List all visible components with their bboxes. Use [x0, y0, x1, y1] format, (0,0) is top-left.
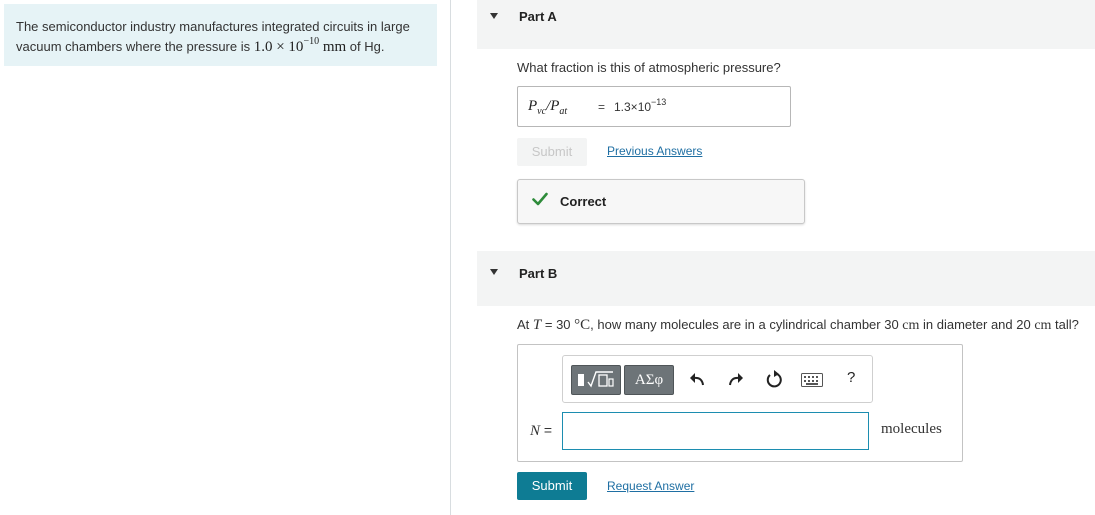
greek-symbols-button[interactable]: ΑΣφ [624, 365, 674, 395]
collapse-triangle-icon[interactable] [490, 269, 498, 275]
templates-icon [578, 371, 614, 388]
redo-icon[interactable] [726, 371, 744, 387]
collapse-triangle-icon[interactable] [490, 13, 498, 19]
checkmark-icon [532, 192, 548, 206]
part-b-question: At T = 30 °C, how many molecules are in … [517, 317, 1079, 333]
help-icon[interactable]: ? [847, 369, 855, 386]
part-a-answer-box: Pvc/Pat = 1.3×10−13 [517, 86, 791, 127]
request-answer-link[interactable]: Request Answer [607, 479, 694, 493]
part-b-header[interactable]: Part B [477, 251, 1095, 306]
reset-icon[interactable] [765, 369, 783, 389]
part-a-header[interactable]: Part A [477, 0, 1095, 49]
part-a-question: What fraction is this of atmospheric pre… [517, 60, 781, 75]
n-input-label: N = [530, 422, 553, 439]
templates-button[interactable] [571, 365, 621, 395]
equals-sign: = [598, 100, 606, 114]
part-a-submit-button[interactable]: Submit [517, 138, 587, 166]
column-divider [450, 0, 451, 515]
part-b-title: Part B [519, 266, 558, 281]
pressure-value: 1.0 × 10−10 mm [253, 36, 347, 56]
correct-label: Correct [560, 194, 607, 209]
molecules-answer-input[interactable] [562, 412, 869, 450]
problem-statement: The semiconductor industry manufactures … [4, 4, 437, 66]
unit-label: molecules [881, 421, 942, 437]
correct-feedback-box: Correct [517, 179, 805, 224]
math-toolbar: ΑΣφ ? [562, 355, 873, 403]
answer-value: 1.3×10−13 [614, 97, 667, 115]
problem-text-after: of Hg. [346, 39, 385, 54]
part-a-title: Part A [519, 9, 557, 24]
undo-icon[interactable] [689, 371, 707, 387]
answer-expression: Pvc/Pat [528, 98, 568, 117]
previous-answers-link[interactable]: Previous Answers [607, 144, 702, 158]
keyboard-icon[interactable] [801, 373, 823, 387]
part-b-submit-button[interactable]: Submit [517, 472, 587, 500]
